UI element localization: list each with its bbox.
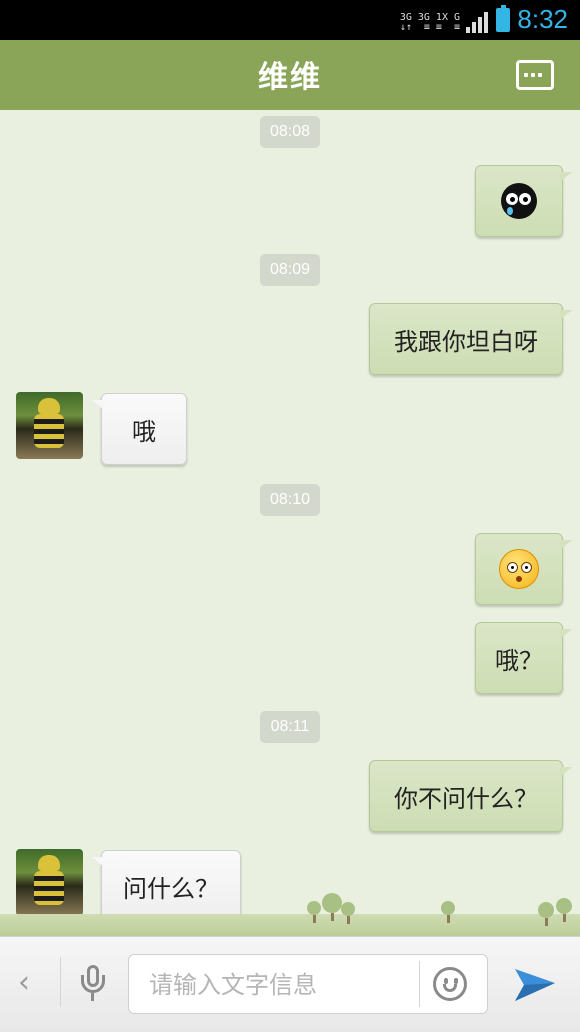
message-text: 我跟你坦白呀: [394, 327, 538, 356]
contact-avatar[interactable]: [16, 849, 83, 916]
divider: [419, 961, 420, 1007]
send-arrow-icon[interactable]: [512, 961, 558, 1007]
network-3g1x-indicator: 3G 1X ≡ ≡: [417, 12, 448, 33]
decorative-ground: [0, 914, 580, 936]
message-text: 哦: [132, 417, 156, 446]
contact-avatar[interactable]: [16, 392, 83, 459]
tree-icon: [441, 901, 455, 923]
message-input-bar: ‹: [0, 936, 580, 1032]
outgoing-emoji-message[interactable]: [475, 165, 572, 237]
crying-black-face-icon: [501, 183, 537, 219]
tree-icon: [307, 901, 321, 923]
network-3g-indicator: 3G ↓↑: [399, 12, 412, 33]
network-g-indicator: G ≡: [453, 12, 460, 33]
surprised-face-icon: [499, 549, 539, 589]
chat-header: 维维: [0, 40, 580, 110]
message-input[interactable]: [147, 967, 411, 1003]
status-bar: 3G ↓↑ 3G 1X ≡ ≡ G ≡ 8:32: [0, 0, 580, 40]
tree-icon: [556, 898, 572, 922]
outgoing-text-message[interactable]: 我跟你坦白呀: [369, 303, 572, 375]
outgoing-text-message[interactable]: 哦？: [475, 622, 572, 694]
battery-icon: [496, 5, 510, 32]
message-text: 问什么？: [123, 874, 219, 903]
network-indicators: 3G ↓↑ 3G 1X ≡ ≡ G ≡: [400, 7, 488, 33]
signal-icon: [466, 9, 488, 33]
header-zigzag-edge: [0, 104, 580, 112]
outgoing-text-message[interactable]: 你不问什么？: [369, 760, 572, 832]
outgoing-emoji-message[interactable]: [475, 533, 572, 605]
chat-title: 维维: [258, 60, 322, 95]
smiley-icon[interactable]: [433, 967, 467, 1001]
message-field: [128, 954, 488, 1014]
timestamp: 08:09: [260, 254, 320, 286]
status-clock: 8:32: [517, 4, 568, 34]
tree-icon: [322, 893, 342, 921]
tree-icon: [538, 902, 554, 926]
timestamp: 08:08: [260, 116, 320, 148]
tree-icon: [341, 902, 355, 924]
microphone-icon[interactable]: [80, 965, 106, 1005]
message-text: 你不问什么？: [394, 784, 538, 813]
incoming-text-message[interactable]: 哦: [92, 393, 187, 465]
divider: [60, 957, 61, 1007]
chevron-left-icon[interactable]: ‹: [18, 965, 30, 1000]
timestamp: 08:10: [260, 484, 320, 516]
message-text: 哦？: [495, 646, 543, 675]
timestamp: 08:11: [260, 711, 320, 743]
incoming-text-message[interactable]: 问什么？: [92, 850, 241, 922]
more-icon[interactable]: [516, 60, 554, 90]
